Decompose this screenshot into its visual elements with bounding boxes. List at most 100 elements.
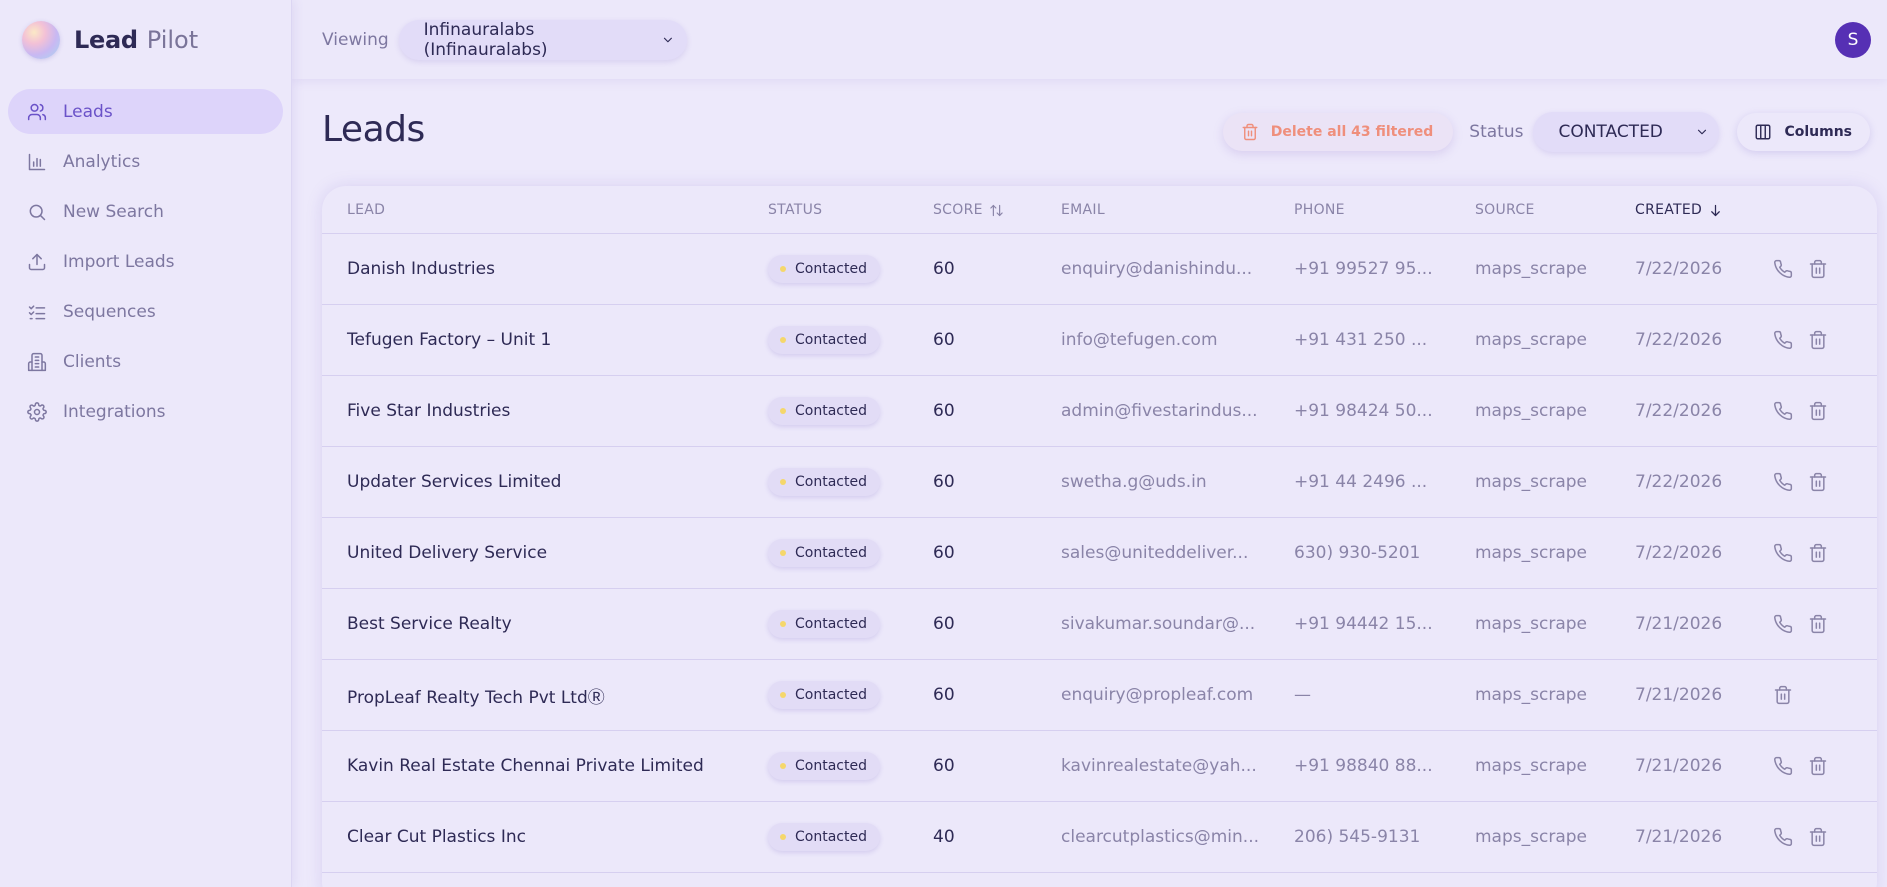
trash-icon[interactable] bbox=[1807, 471, 1829, 493]
trash-icon[interactable] bbox=[1807, 826, 1829, 848]
call-icon[interactable] bbox=[1772, 471, 1794, 493]
status-dot bbox=[780, 550, 786, 556]
brand[interactable]: Lead Pilot bbox=[0, 0, 291, 79]
row-actions bbox=[1772, 518, 1842, 588]
trash-icon[interactable] bbox=[1807, 542, 1829, 564]
row-actions bbox=[1772, 589, 1842, 659]
lead-email: enquiry@danishindu... bbox=[1061, 259, 1253, 279]
trash-icon bbox=[1242, 123, 1258, 141]
lead-email: admin@fivestarindus... bbox=[1061, 401, 1258, 421]
lead-name[interactable]: Five Star Industries bbox=[347, 376, 510, 446]
sidebar-item-label: New Search bbox=[63, 201, 164, 222]
call-icon[interactable] bbox=[1772, 400, 1794, 422]
call-icon[interactable] bbox=[1772, 613, 1794, 635]
call-icon[interactable] bbox=[1772, 258, 1794, 280]
lead-score: 60 bbox=[933, 259, 955, 279]
lead-created: 7/21/2026 bbox=[1635, 756, 1723, 776]
status-dot bbox=[780, 834, 786, 840]
table-row[interactable]: Tefugen Factory – Unit 1 Contacted 60 in… bbox=[322, 305, 1877, 376]
status-badge: Contacted bbox=[768, 326, 880, 354]
column-header-source[interactable]: SOURCE bbox=[1475, 186, 1535, 234]
column-header-phone[interactable]: PHONE bbox=[1294, 186, 1345, 234]
brand-logo-icon bbox=[22, 20, 60, 59]
call-icon[interactable] bbox=[1772, 755, 1794, 777]
row-actions bbox=[1772, 447, 1842, 517]
upload-icon bbox=[27, 252, 47, 272]
trash-icon[interactable] bbox=[1807, 258, 1829, 280]
status-filter-select[interactable]: CONTACTED bbox=[1533, 112, 1720, 152]
sidebar-item-leads[interactable]: Leads bbox=[8, 89, 283, 134]
status-badge: Contacted bbox=[768, 681, 880, 709]
sidebar-item-analytics[interactable]: Analytics bbox=[8, 139, 283, 184]
lead-phone: +91 99527 95... bbox=[1294, 259, 1433, 279]
sidebar-item-label: Sequences bbox=[63, 301, 156, 322]
trash-icon[interactable] bbox=[1807, 755, 1829, 777]
lead-email: info@tefugen.com bbox=[1061, 330, 1218, 350]
table-row[interactable]: Clear Cut Plastics Inc Contacted 40 clea… bbox=[322, 802, 1877, 873]
table-row[interactable]: Kavin Real Estate Chennai Private Limite… bbox=[322, 731, 1877, 802]
table-row[interactable]: United Delivery Service Contacted 60 sal… bbox=[322, 518, 1877, 589]
lead-name[interactable]: PropLeaf Realty Tech Pvt LtdⓇ bbox=[347, 660, 605, 730]
status-badge-label: Contacted bbox=[795, 687, 867, 703]
trash-icon[interactable] bbox=[1772, 684, 1794, 706]
org-select[interactable]: Infinauralabs (Infinauralabs) bbox=[398, 19, 687, 60]
call-icon[interactable] bbox=[1772, 826, 1794, 848]
table-body: Danish Industries Contacted 60 enquiry@d… bbox=[322, 234, 1877, 873]
lead-name[interactable]: Clear Cut Plastics Inc bbox=[347, 802, 526, 872]
table-row[interactable]: PropLeaf Realty Tech Pvt LtdⓇ Contacted … bbox=[322, 660, 1877, 731]
lead-created: 7/21/2026 bbox=[1635, 827, 1723, 847]
lead-name[interactable]: Danish Industries bbox=[347, 234, 495, 304]
status-filter-value: CONTACTED bbox=[1558, 122, 1663, 142]
sidebar-item-new-search[interactable]: New Search bbox=[8, 189, 283, 234]
delete-filtered-button[interactable]: Delete all 43 filtered bbox=[1222, 113, 1454, 151]
lead-score: 60 bbox=[933, 472, 955, 492]
lead-score: 60 bbox=[933, 685, 955, 705]
status-badge-label: Contacted bbox=[795, 403, 867, 419]
table-row[interactable]: Five Star Industries Contacted 60 admin@… bbox=[322, 376, 1877, 447]
status-badge-label: Contacted bbox=[795, 829, 867, 845]
table-row[interactable]: Best Service Realty Contacted 60 sivakum… bbox=[322, 589, 1877, 660]
sidebar-item-integrations[interactable]: Integrations bbox=[8, 389, 283, 434]
lead-phone: 630) 930-5201 bbox=[1294, 543, 1421, 563]
columns-button[interactable]: Columns bbox=[1737, 113, 1870, 151]
call-icon[interactable] bbox=[1772, 329, 1794, 351]
trash-icon[interactable] bbox=[1807, 329, 1829, 351]
call-icon[interactable] bbox=[1772, 542, 1794, 564]
table-row[interactable]: Updater Services Limited Contacted 60 sw… bbox=[322, 447, 1877, 518]
lead-name[interactable]: Best Service Realty bbox=[347, 589, 512, 659]
trash-icon[interactable] bbox=[1807, 400, 1829, 422]
status-dot bbox=[780, 337, 786, 343]
table-row[interactable]: Danish Industries Contacted 60 enquiry@d… bbox=[322, 234, 1877, 305]
lead-name[interactable]: United Delivery Service bbox=[347, 518, 547, 588]
table-header: LEAD STATUS SCORE EMAIL PHONE SOURCE CRE… bbox=[322, 186, 1877, 234]
delete-filtered-label: Delete all 43 filtered bbox=[1270, 124, 1434, 140]
sidebar-item-label: Leads bbox=[63, 101, 113, 122]
viewing-label: Viewing bbox=[322, 29, 389, 50]
sidebar-item-sequences[interactable]: Sequences bbox=[8, 289, 283, 334]
column-header-lead[interactable]: LEAD bbox=[347, 186, 385, 234]
column-header-email[interactable]: EMAIL bbox=[1061, 186, 1105, 234]
columns-icon bbox=[1755, 124, 1771, 140]
trash-icon[interactable] bbox=[1807, 613, 1829, 635]
column-header-score[interactable]: SCORE bbox=[933, 186, 1004, 234]
lead-name[interactable]: Updater Services Limited bbox=[347, 447, 561, 517]
status-dot bbox=[780, 621, 786, 627]
avatar[interactable]: S bbox=[1835, 21, 1871, 58]
lead-name[interactable]: Kavin Real Estate Chennai Private Limite… bbox=[347, 731, 704, 801]
lead-created: 7/21/2026 bbox=[1635, 614, 1723, 634]
status-badge: Contacted bbox=[768, 752, 880, 780]
column-header-label: LEAD bbox=[347, 202, 386, 218]
lead-source: maps_scrape bbox=[1475, 472, 1587, 492]
leads-table: LEAD STATUS SCORE EMAIL PHONE SOURCE CRE… bbox=[322, 186, 1877, 887]
sidebar-item-import-leads[interactable]: Import Leads bbox=[8, 239, 283, 284]
sidebar-item-clients[interactable]: Clients bbox=[8, 339, 283, 384]
column-header-created[interactable]: CREATED bbox=[1635, 186, 1723, 234]
status-badge-label: Contacted bbox=[795, 261, 867, 277]
column-header-label: STATUS bbox=[768, 202, 823, 218]
search-icon bbox=[27, 202, 47, 222]
lead-name[interactable]: Tefugen Factory – Unit 1 bbox=[347, 305, 551, 375]
status-cell: Contacted bbox=[768, 305, 880, 375]
status-dot bbox=[780, 479, 786, 485]
column-header-status[interactable]: STATUS bbox=[768, 186, 822, 234]
lead-score: 60 bbox=[933, 330, 955, 350]
